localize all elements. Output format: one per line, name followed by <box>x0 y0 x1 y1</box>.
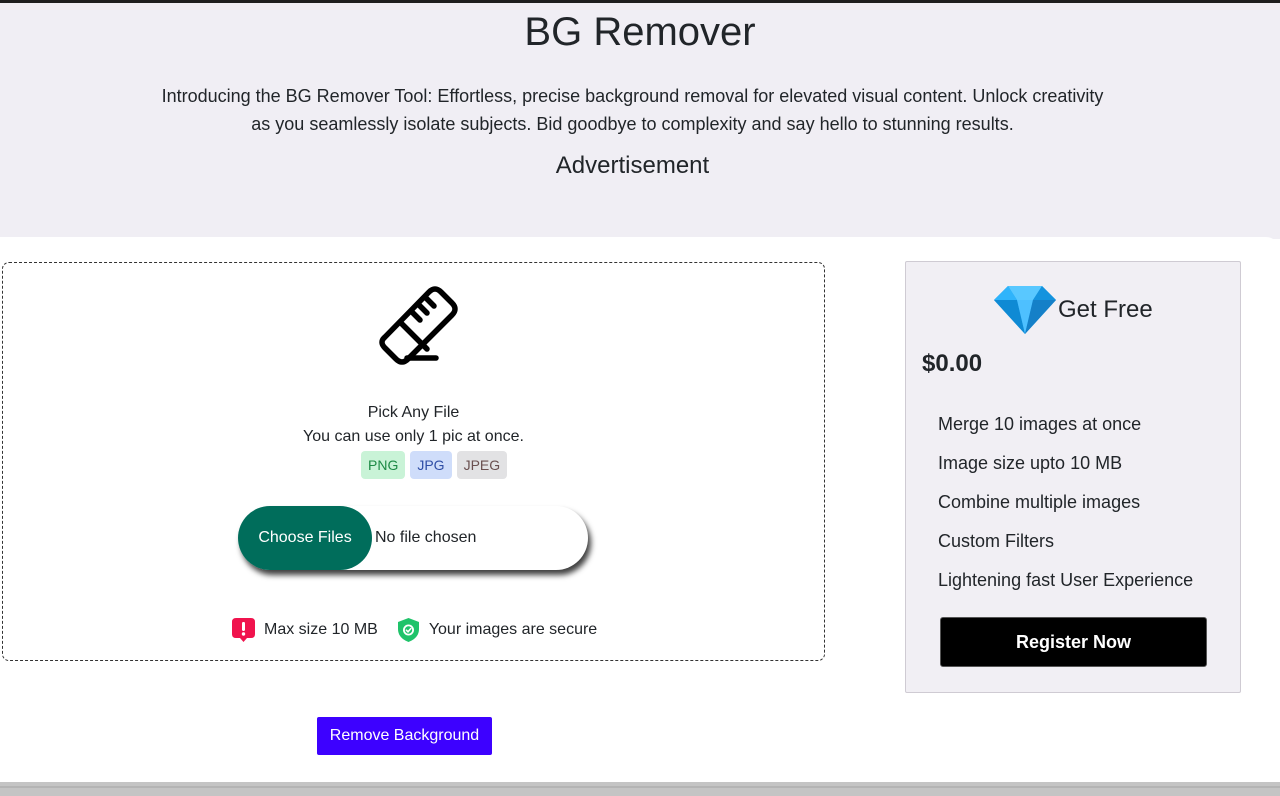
feature-list: Merge 10 images at once Image size upto … <box>938 405 1193 600</box>
upload-notes: Max size 10 MB Your images are secure <box>231 617 597 643</box>
horizontal-scrollbar[interactable] <box>0 782 1280 796</box>
upload-limit-text: You can use only 1 pic at once. <box>303 428 524 445</box>
plan-title: Get Free <box>1058 296 1153 323</box>
file-type-badges: PNG JPG JPEG <box>361 451 508 479</box>
main-content: Pick Any File You can use only 1 pic at … <box>0 237 1280 782</box>
scrollbar-track <box>0 786 1280 788</box>
page-title: BG Remover <box>524 10 756 54</box>
eraser-icon <box>379 286 458 365</box>
warning-icon <box>232 618 255 642</box>
feature-item: Image size upto 10 MB <box>938 453 1123 473</box>
max-size-note: Max size 10 MB <box>264 621 378 638</box>
file-type-badge-png: PNG <box>361 451 406 479</box>
plan-price: $0.00 <box>922 350 983 377</box>
intro-text: Introducing the BG Remover Tool: Effortl… <box>161 86 1104 134</box>
shield-check-icon <box>397 618 419 642</box>
register-now-button[interactable]: Register Now <box>940 617 1207 667</box>
hero-section: BG Remover Introducing the BG Remover To… <box>0 3 1280 239</box>
secure-note: Your images are secure <box>428 621 598 638</box>
diamond-icon <box>994 286 1056 334</box>
plan-header: Get Free <box>992 284 1153 336</box>
feature-item: Combine multiple images <box>938 492 1141 512</box>
file-status-text: No file chosen <box>375 529 477 546</box>
upload-dropzone[interactable]: Pick Any File You can use only 1 pic at … <box>2 262 825 661</box>
choose-files-button[interactable]: Choose Files <box>238 506 372 570</box>
feature-item: Custom Filters <box>938 531 1055 551</box>
remove-background-button[interactable]: Remove Background <box>317 717 492 755</box>
file-type-badge-jpeg: JPEG <box>456 451 508 479</box>
feature-item: Lightening fast User Experience <box>938 570 1194 590</box>
pick-file-label: Pick Any File <box>367 404 460 421</box>
file-type-badge-jpg: JPG <box>410 451 452 479</box>
feature-item: Merge 10 images at once <box>938 414 1142 434</box>
free-plan-card: Get Free $0.00 Merge 10 images at once I… <box>905 261 1241 693</box>
advertisement-label: Advertisement <box>555 152 710 179</box>
file-input[interactable]: Choose Files No file chosen <box>238 506 588 570</box>
